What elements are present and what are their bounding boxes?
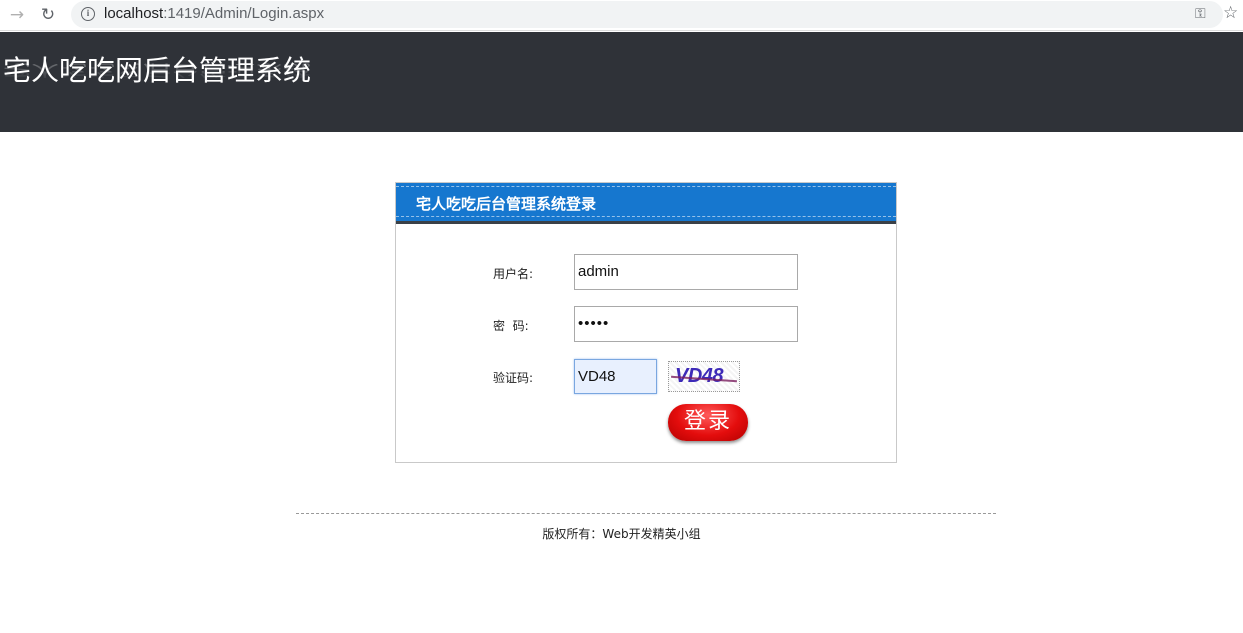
captcha-label: 验证码: [493,371,534,385]
password-input[interactable]: ••••• [574,306,798,342]
footer-copyright: 版权所有：Web开发精英小组 [542,527,701,541]
login-button[interactable]: 登录 [668,404,748,441]
username-label: 用户名: [493,267,534,281]
url-path: :1419/Admin/Login.aspx [163,5,325,22]
address-bar[interactable]: i localhost:1419/Admin/Login.aspx [71,1,1223,28]
arrow-right-icon[interactable]: → [6,4,28,26]
login-panel: 宅人吃吃后台管理系统登录 用户名: admin 密 码: ••••• 验证码: … [395,182,897,463]
header-stitch-bottom [396,216,896,217]
url-host: localhost [104,5,164,22]
password-label: 密 码: [493,319,529,333]
login-header: 宅人吃吃后台管理系统登录 [396,183,896,224]
footer-divider [296,513,996,514]
header-stitch-top [396,186,896,187]
key-icon[interactable]: ⚿ [1195,6,1206,22]
url-text[interactable]: localhost:1419/Admin/Login.aspx [104,5,324,22]
info-icon[interactable]: i [81,7,95,21]
username-input[interactable]: admin [574,254,798,290]
login-title: 宅人吃吃后台管理系统登录 [416,195,597,213]
star-icon[interactable]: ☆ [1223,3,1238,23]
browser-toolbar: → ↻ i localhost:1419/Admin/Login.aspx ⚿ … [0,0,1243,31]
site-title-reflection: 宅人吃吃网后台管理系统 [3,61,312,80]
captcha-image[interactable]: VD48 [668,361,740,392]
site-header: 宅人吃吃网后台管理系统 宅人吃吃网后台管理系统 [0,32,1243,132]
reload-icon[interactable]: ↻ [37,4,59,26]
captcha-input[interactable]: VD48 [574,359,657,394]
